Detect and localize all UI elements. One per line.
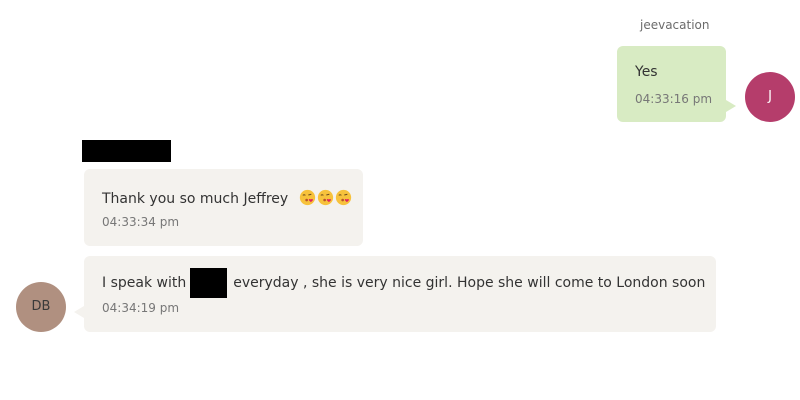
face-blowing-a-kiss-icon: [335, 189, 351, 206]
bubble-tail: [74, 306, 84, 318]
chat-thread: jeevacation Yes 04:33:16 pm J Thank you …: [0, 0, 800, 400]
outgoing-sender-name: jeevacation: [640, 18, 710, 32]
message-text-after: everyday , she is very nice girl. Hope s…: [233, 275, 706, 291]
incoming-message-bubble[interactable]: I speak with everyday , she is very nice …: [84, 256, 716, 332]
face-blowing-a-kiss-icon: [317, 189, 333, 206]
message-content: I speak with everyday , she is very nice …: [102, 268, 706, 298]
avatar[interactable]: DB: [16, 282, 66, 332]
face-blowing-a-kiss-icon: [299, 189, 315, 206]
outgoing-message-bubble[interactable]: Yes 04:33:16 pm: [617, 46, 726, 122]
message-text: Thank you so much Jeffrey: [102, 191, 289, 207]
avatar[interactable]: J: [745, 72, 795, 122]
message-content: Thank you so much Jeffrey: [102, 189, 352, 207]
incoming-message-bubble[interactable]: Thank you so much Jeffrey 04:33:34 pm: [84, 169, 363, 246]
redacted-name: [190, 268, 228, 298]
redacted-sender-name: [82, 140, 171, 162]
message-timestamp: 04:34:19 pm: [102, 301, 180, 315]
bubble-tail: [726, 100, 736, 112]
message-timestamp: 04:33:34 pm: [102, 215, 180, 229]
message-text-before: I speak with: [102, 275, 187, 291]
message-text: Yes: [635, 64, 658, 80]
message-timestamp: 04:33:16 pm: [635, 92, 713, 106]
